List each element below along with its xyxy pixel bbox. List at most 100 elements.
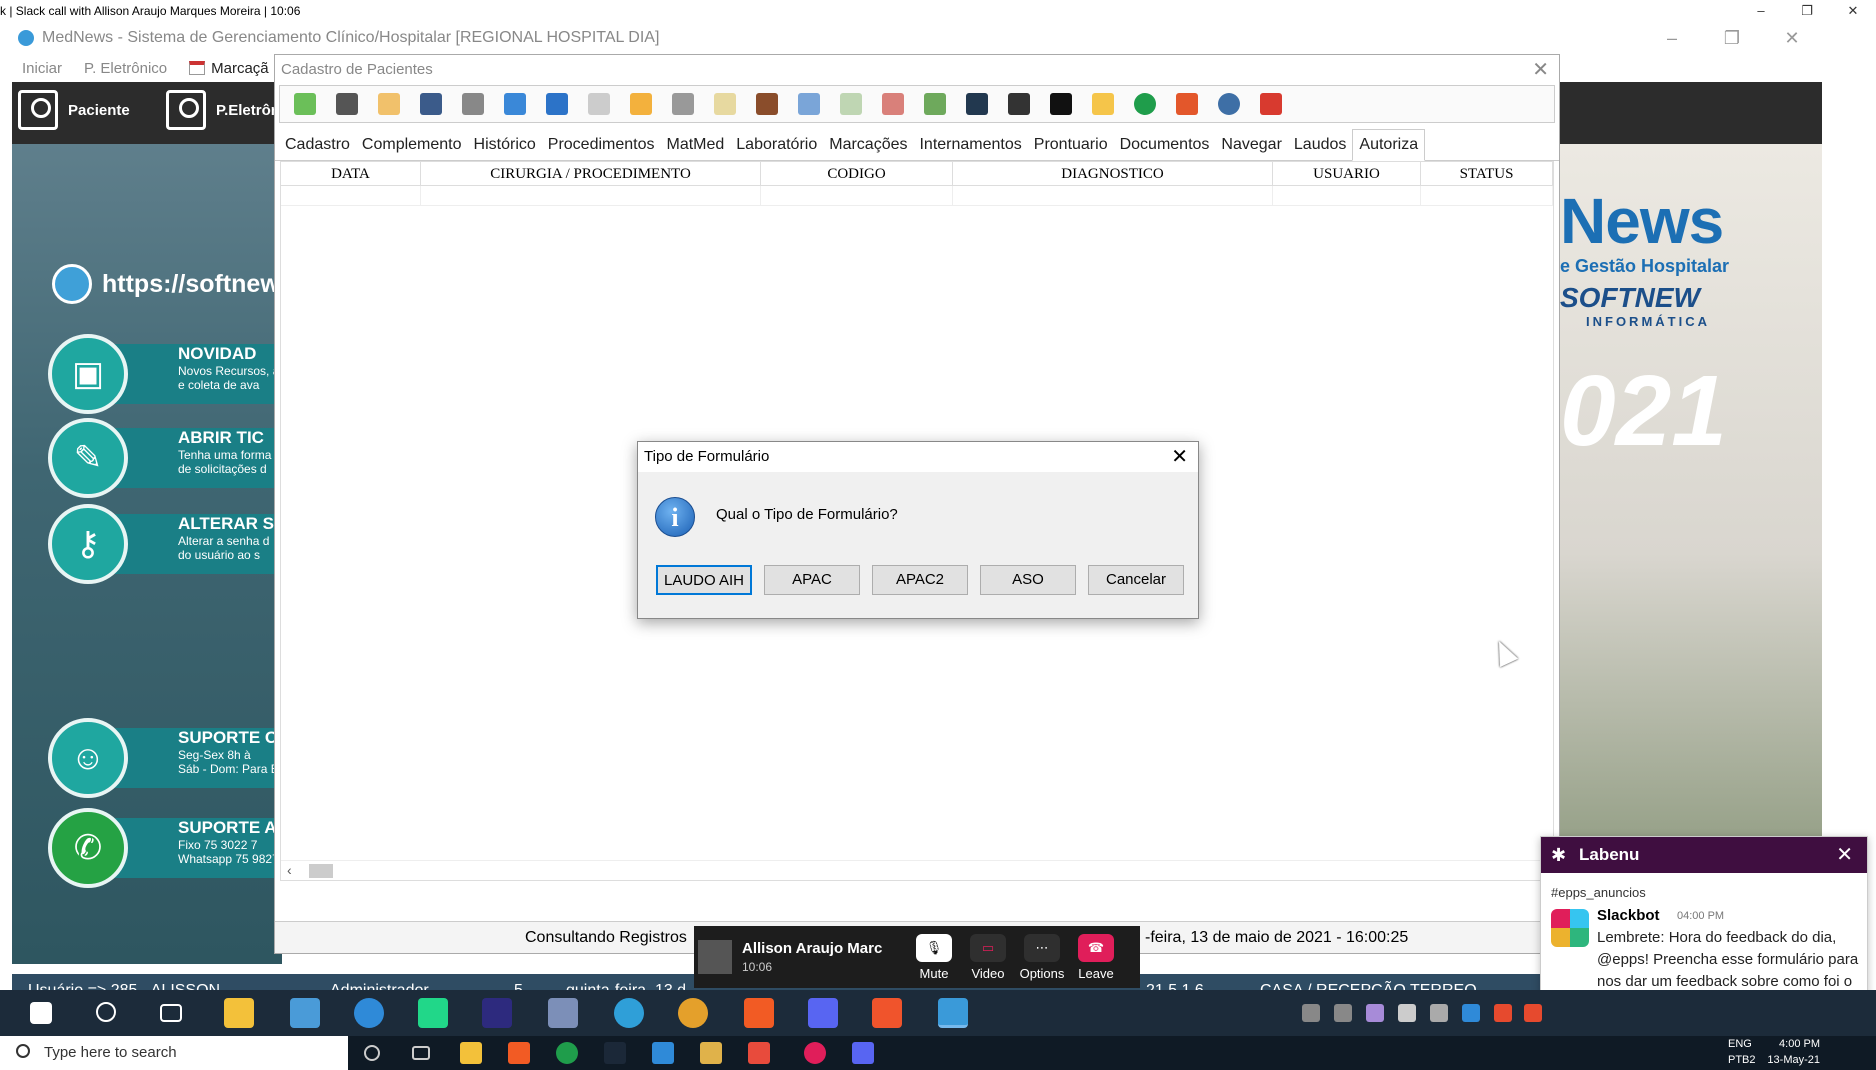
folder-icon[interactable] <box>630 93 652 115</box>
cortana-icon[interactable] <box>364 1045 380 1061</box>
tab-laboratorio[interactable]: Laboratório <box>730 130 823 160</box>
outer-minimize-button[interactable]: – <box>1738 0 1784 22</box>
options-button[interactable]: ⋯ Options <box>1016 934 1068 981</box>
leave-button[interactable]: ☎ Leave <box>1070 934 1122 981</box>
film-icon[interactable] <box>1008 93 1030 115</box>
git-icon[interactable] <box>748 1042 770 1064</box>
edge-icon[interactable] <box>614 998 644 1028</box>
book-icon[interactable] <box>756 93 778 115</box>
menu-iniciar[interactable]: Iniciar <box>22 60 62 77</box>
tab-marcacoes[interactable]: Marcações <box>823 130 913 160</box>
settings-tray-icon[interactable] <box>1430 1004 1448 1022</box>
col-status[interactable]: STATUS <box>1421 162 1553 185</box>
tab-cadastro[interactable]: Cadastro <box>279 130 356 160</box>
app-restore-button[interactable]: ❐ <box>1702 22 1762 54</box>
undo-icon[interactable] <box>462 93 484 115</box>
new-record-icon[interactable] <box>294 93 316 115</box>
tab-navegar[interactable]: Navegar <box>1215 130 1287 160</box>
tab-laudos[interactable]: Laudos <box>1288 130 1353 160</box>
website-link[interactable]: https://softnew <box>52 264 280 304</box>
col-diagnostico[interactable]: DIAGNOSTICO <box>953 162 1273 185</box>
col-codigo[interactable]: CODIGO <box>761 162 953 185</box>
edit-icon[interactable] <box>378 93 400 115</box>
col-usuario[interactable]: USUARIO <box>1273 162 1421 185</box>
tab-complemento[interactable]: Complemento <box>356 130 468 160</box>
exit-icon[interactable] <box>1260 93 1282 115</box>
teamviewer-tray-icon[interactable] <box>1462 1004 1480 1022</box>
taskbar-search[interactable]: Type here to search <box>0 1036 348 1070</box>
task-view-icon[interactable] <box>160 1004 182 1022</box>
promo-alterar-senha[interactable]: ALTERAR SE Alterar a senha d do usuário ao… <box>48 504 282 584</box>
tab-prontuario[interactable]: Prontuario <box>1028 130 1114 160</box>
file-explorer-icon[interactable] <box>224 998 254 1028</box>
copy-icon[interactable] <box>588 93 610 115</box>
medical-cross-icon[interactable] <box>1176 93 1198 115</box>
list-icon[interactable] <box>1050 93 1072 115</box>
toolbar-peletron-button[interactable]: P.Eletrôn <box>166 90 280 130</box>
menu-marcacao[interactable]: Marcaçã <box>189 60 269 77</box>
anydesk-tray-icon[interactable] <box>1494 1004 1512 1022</box>
search-icon[interactable] <box>546 93 568 115</box>
toolbar-paciente-button[interactable]: Paciente <box>18 90 130 130</box>
slack-icon[interactable] <box>804 1042 826 1064</box>
col-data[interactable]: DATA <box>281 162 421 185</box>
task-view-icon[interactable] <box>412 1046 430 1060</box>
taskbar-clock[interactable]: 4:00 PM 13-May-21 <box>1767 1036 1820 1068</box>
mail-icon[interactable] <box>798 93 820 115</box>
user-icon[interactable] <box>420 93 442 115</box>
kanban-icon[interactable] <box>700 1042 722 1064</box>
refresh-icon[interactable] <box>504 93 526 115</box>
promo-suporte-telefone[interactable]: SUPORTE A TELFixo 75 3022 7Whatsapp 75 9… <box>48 808 282 888</box>
tab-autoriza[interactable]: Autoriza <box>1352 129 1426 161</box>
horizontal-scrollbar[interactable]: ‹ <box>281 860 1553 880</box>
steam-icon[interactable] <box>604 1042 626 1064</box>
home-icon[interactable] <box>672 93 694 115</box>
card-icon[interactable] <box>840 93 862 115</box>
tab-internamentos[interactable]: Internamentos <box>913 130 1027 160</box>
language-indicator[interactable]: ENG PTB2 <box>1728 1036 1756 1068</box>
promo-suporte-online[interactable]: SUPORTE ON Seg-Sex 8h à Sáb - Dom: Para Em… <box>48 718 282 798</box>
scroll-thumb[interactable] <box>309 864 333 878</box>
network-icon[interactable] <box>548 998 578 1028</box>
outer-restore-button[interactable]: ❐ <box>1784 0 1830 22</box>
utorrent-icon[interactable] <box>556 1042 578 1064</box>
dialog-close-button[interactable]: ✕ <box>1171 442 1188 472</box>
vscode-icon[interactable] <box>652 1042 674 1064</box>
scroll-left-icon[interactable]: ‹ <box>287 862 292 878</box>
tab-documentos[interactable]: Documentos <box>1114 130 1216 160</box>
tab-historico[interactable]: Histórico <box>468 130 542 160</box>
cadastro-close-button[interactable]: ✕ <box>1532 55 1549 85</box>
microphone-tray-icon[interactable] <box>1334 1004 1352 1022</box>
apac-button[interactable]: APAC <box>764 565 860 595</box>
apac2-button[interactable]: APAC2 <box>872 565 968 595</box>
pie-chart-icon[interactable] <box>1218 93 1240 115</box>
notebook-icon[interactable] <box>966 93 988 115</box>
windows-start-icon[interactable] <box>30 1002 52 1024</box>
control-panel-icon[interactable] <box>290 998 320 1028</box>
laudo-aih-button[interactable]: LAUDO AIH <box>656 565 752 595</box>
document-icon[interactable] <box>714 93 736 115</box>
whatsapp-icon[interactable] <box>1134 93 1156 115</box>
pen-tray-icon[interactable] <box>1366 1004 1384 1022</box>
video-button[interactable]: ▭ Video <box>962 934 1014 981</box>
mednews-taskbar-icon[interactable] <box>938 998 968 1028</box>
pycharm-icon[interactable] <box>418 998 448 1028</box>
app-close-button[interactable]: ✕ <box>1762 22 1822 54</box>
search-icon[interactable] <box>96 1002 116 1022</box>
brave-icon[interactable] <box>744 998 774 1028</box>
file-explorer-icon[interactable] <box>460 1042 482 1064</box>
table-row[interactable] <box>281 186 1553 206</box>
map-icon[interactable] <box>924 93 946 115</box>
teamviewer-icon[interactable] <box>354 998 384 1028</box>
aso-button[interactable]: ASO <box>980 565 1076 595</box>
volume-tray-icon[interactable] <box>1524 1004 1542 1022</box>
cancel-button[interactable]: Cancelar <box>1088 565 1184 595</box>
tab-procedimentos[interactable]: Procedimentos <box>542 130 661 160</box>
chrome-icon[interactable] <box>678 998 708 1028</box>
promo-abrir-ticket[interactable]: ABRIR TIC Tenha uma forma c de solicitaçõe… <box>48 418 282 498</box>
app-minimize-button[interactable]: – <box>1642 22 1702 54</box>
promo-novidades[interactable]: NOVIDAD Novos Recursos, at e coleta de ava… <box>48 334 282 414</box>
outer-close-button[interactable]: ✕ <box>1830 0 1876 22</box>
calendar-icon[interactable] <box>882 93 904 115</box>
discord-icon[interactable] <box>852 1042 874 1064</box>
